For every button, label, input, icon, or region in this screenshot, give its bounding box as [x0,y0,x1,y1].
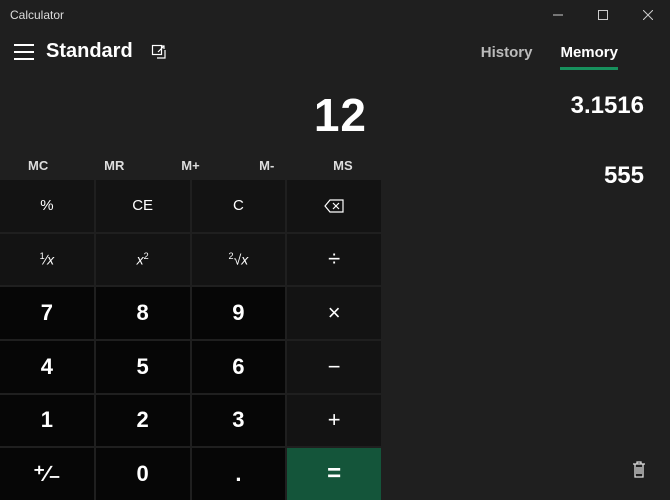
menu-button[interactable] [14,44,34,60]
minus-button[interactable]: − [287,341,381,393]
clear-entry-button[interactable]: CE [96,180,190,232]
sqrt-button[interactable]: 2√x [192,234,286,286]
digit-1-button[interactable]: 1 [0,395,94,447]
trash-icon [630,459,648,479]
plus-button[interactable]: + [287,395,381,447]
decimal-button[interactable]: . [192,448,286,500]
maximize-button[interactable] [580,0,625,30]
header-row: Standard [0,30,381,65]
memory-store-button[interactable]: MS [305,150,381,180]
percent-button[interactable]: % [0,180,94,232]
memory-button-row: MC MR M+ M- MS [0,150,381,180]
divide-button[interactable]: ÷ [287,234,381,286]
keypad: % CE C 1∕x x2 2√x ÷ 7 8 9 × 4 5 6 − 1 2 … [0,180,381,500]
multiply-button[interactable]: × [287,287,381,339]
minimize-button[interactable] [535,0,580,30]
digit-8-button[interactable]: 8 [96,287,190,339]
keep-on-top-button[interactable] [151,44,167,60]
sqrt-label: 2√x [229,251,249,268]
tab-memory[interactable]: Memory [560,44,618,70]
memory-list: 3.1516 555 [393,70,658,453]
equals-button[interactable]: = [287,448,381,500]
negate-button[interactable]: ⁺∕₋ [0,448,94,500]
digit-3-button[interactable]: 3 [192,395,286,447]
square-button[interactable]: x2 [96,234,190,286]
digit-4-button[interactable]: 4 [0,341,94,393]
minimize-icon [553,10,563,20]
reciprocal-button[interactable]: 1∕x [0,234,94,286]
backspace-button[interactable] [287,180,381,232]
digit-2-button[interactable]: 2 [96,395,190,447]
window-title: Calculator [10,8,64,22]
tab-history[interactable]: History [481,44,533,70]
memory-subtract-button[interactable]: M- [229,150,305,180]
digit-7-button[interactable]: 7 [0,287,94,339]
mode-title: Standard [46,40,133,63]
maximize-icon [598,10,608,20]
memory-clear-button[interactable]: MC [0,150,76,180]
memory-entry[interactable]: 3.1516 [393,82,658,152]
close-icon [643,10,653,20]
hamburger-icon [14,44,34,46]
side-panel: History Memory 3.1516 555 [381,30,670,500]
clear-memory-list-button[interactable] [624,453,658,490]
memory-entry[interactable]: 555 [393,152,658,222]
clear-button[interactable]: C [192,180,286,232]
digit-0-button[interactable]: 0 [96,448,190,500]
memory-recall-button[interactable]: MR [76,150,152,180]
calculator-pane: Standard 12 MC MR M+ M- MS % CE C 1∕x x2… [0,30,381,500]
window-controls [535,0,670,30]
digit-5-button[interactable]: 5 [96,341,190,393]
content-area: Standard 12 MC MR M+ M- MS % CE C 1∕x x2… [0,30,670,500]
close-button[interactable] [625,0,670,30]
square-label: x2 [137,251,149,268]
memory-add-button[interactable]: M+ [152,150,228,180]
title-bar: Calculator [0,0,670,30]
backspace-icon [324,199,344,213]
reciprocal-label: 1∕x [40,251,54,268]
digit-6-button[interactable]: 6 [192,341,286,393]
result-display: 12 [0,65,381,150]
digit-9-button[interactable]: 9 [192,287,286,339]
tabs: History Memory [393,40,658,70]
